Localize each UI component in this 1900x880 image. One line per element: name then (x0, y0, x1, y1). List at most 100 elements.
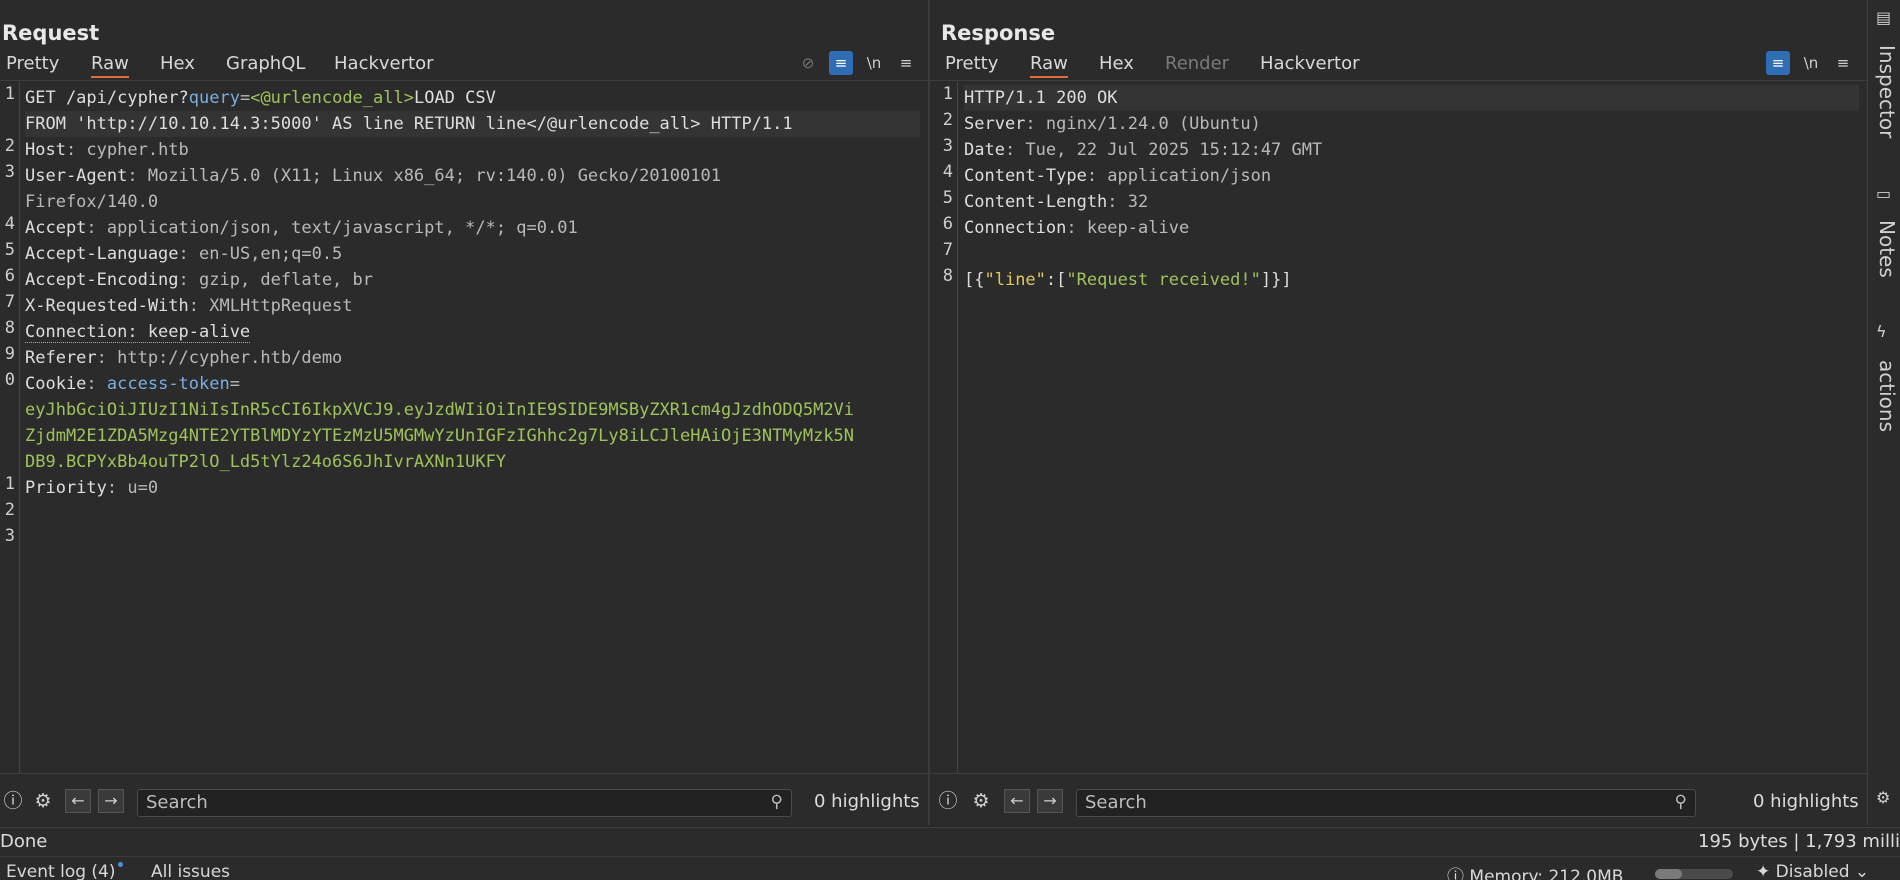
code-token: Content-Length (964, 192, 1108, 212)
request-editor[interactable]: GET /api/cypher?query=<@urlencode_all>LO… (25, 85, 920, 553)
wrap-icon[interactable]: ≡ (1766, 51, 1790, 75)
response-tab-hex[interactable]: Hex (1099, 53, 1134, 74)
line-number: 3 (4, 162, 15, 182)
request-tab-divider (0, 80, 928, 81)
code-line: Content-Length: 32 (964, 189, 1859, 215)
response-title: Response (941, 21, 1056, 45)
code-token: FROM 'http://10.10.14.3:5000' AS line RE… (25, 114, 793, 134)
line-number: 5 (4, 240, 15, 260)
code-token: : http://cypher.htb/demo (96, 348, 343, 368)
code-token: [{ (964, 270, 985, 290)
menu-icon[interactable]: ≡ (894, 51, 918, 75)
code-line: Referer: http://cypher.htb/demo (25, 345, 920, 371)
eye-off-icon[interactable]: ⊘ (796, 51, 820, 75)
code-token: :[ (1045, 270, 1067, 290)
code-line: eyJhbGciOiJIUzI1NiIsInR5cCI6IkpXVCJ9.eyJ… (25, 397, 920, 423)
line-number: 3 (942, 136, 953, 156)
response-tab-divider (930, 80, 1867, 81)
code-line: GET /api/cypher?query=<@urlencode_all>LO… (25, 85, 920, 111)
event-log-link[interactable]: Event log (4) (6, 862, 123, 880)
code-line: Accept: application/json, text/javascrip… (25, 215, 920, 241)
code-token: : u=0 (106, 478, 159, 498)
response-search-field[interactable]: ⚲ (1076, 789, 1696, 817)
request-tabs: Pretty Raw Hex GraphQL Hackvertor (0, 50, 928, 80)
line-number: 6 (942, 214, 953, 234)
code-token: : application/json (1086, 166, 1272, 186)
newline-toggle-icon[interactable]: \n (1799, 51, 1823, 75)
code-token: DB9.BCPYxBb4ouTP2lO_Ld5tYlz24o6S6JhIvrAX… (25, 452, 507, 472)
code-token: Content-Type (964, 166, 1087, 186)
response-tab-pretty[interactable]: Pretty (945, 53, 998, 74)
rail-notes-label: Notes (1875, 220, 1899, 278)
request-tab-pretty[interactable]: Pretty (6, 53, 59, 74)
code-line: Priority: u=0 (25, 475, 920, 501)
gear-icon: ⚙ (1876, 788, 1891, 807)
code-token: : gzip, deflate, br (178, 270, 373, 290)
next-match-button[interactable]: → (98, 789, 124, 813)
code-token: : (86, 374, 107, 394)
chevron-down-icon: ⌄ (1854, 862, 1870, 880)
request-search-input[interactable] (138, 790, 726, 815)
request-tab-hackvertor[interactable]: Hackvertor (334, 53, 433, 74)
next-match-button[interactable]: → (1037, 789, 1063, 813)
memory-bar-fill (1655, 869, 1683, 879)
code-line: Content-Type: application/json (964, 163, 1859, 189)
info-icon: ⓘ (1447, 867, 1470, 880)
code-token: : Tue, 22 Jul 2025 15:12:47 GMT (1004, 140, 1323, 160)
response-search-input[interactable] (1077, 790, 1634, 815)
code-token: Referer (25, 348, 97, 368)
response-tab-raw[interactable]: Raw (1030, 53, 1068, 78)
code-line: Date: Tue, 22 Jul 2025 15:12:47 GMT (964, 137, 1859, 163)
response-line-gutter: 1 2 3 4 5 6 7 8 (930, 82, 958, 773)
code-line: Connection: keep-alive (25, 319, 920, 345)
line-number: 6 (4, 266, 15, 286)
code-token: "line" (984, 270, 1046, 290)
rail-inspector-label: Inspector (1875, 45, 1899, 139)
code-token: LOAD CSV (413, 88, 496, 108)
unread-dot-icon (117, 862, 123, 867)
ai-status-label: Disabled (1775, 862, 1850, 880)
help-icon[interactable]: ⓘ (0, 788, 26, 814)
ai-status[interactable]: ✦ Disabled ⌄ (1756, 862, 1869, 880)
request-search-field[interactable]: ⚲ (137, 789, 792, 817)
request-tab-graphql[interactable]: GraphQL (226, 53, 305, 74)
prev-match-button[interactable]: ← (65, 789, 91, 813)
request-line-gutter: 1 2 3 4 5 6 7 8 9 0 1 2 3 (0, 82, 20, 773)
line-number: 7 (942, 240, 953, 260)
code-token: ZjdmM2E1ZDA5Mzg4NTE2YTBlMDYzYTEzMzU5MGMw… (25, 426, 855, 446)
newline-toggle-icon[interactable]: \n (862, 51, 886, 75)
response-tab-render[interactable]: Render (1165, 53, 1229, 74)
app-footer: Event log (4) All issues ⓘ Memory: 212.0… (0, 856, 1900, 880)
request-tab-hex[interactable]: Hex (160, 53, 195, 74)
code-line: DB9.BCPYxBb4ouTP2lO_Ld5tYlz24o6S6JhIvrAX… (25, 449, 920, 475)
help-icon[interactable]: ⓘ (935, 788, 961, 814)
code-token: Firefox/140.0 (25, 192, 159, 212)
code-token: : 32 (1107, 192, 1149, 212)
code-line: X-Requested-With: XMLHttpRequest (25, 293, 920, 319)
request-tab-raw[interactable]: Raw (91, 53, 129, 78)
code-token: : en-US,en;q=0.5 (178, 244, 343, 264)
lightning-icon: ϟ (1876, 322, 1887, 341)
status-bar: Done 195 bytes | 1,793 millis (0, 827, 1900, 855)
code-token: Cookie (25, 374, 87, 394)
code-line: FROM 'http://10.10.14.3:5000' AS line RE… (25, 111, 920, 137)
line-number: 7 (4, 292, 15, 312)
wrap-icon[interactable]: ≡ (829, 51, 853, 75)
code-token: HTTP/1.1 200 OK (964, 88, 1118, 108)
response-tab-hackvertor[interactable]: Hackvertor (1260, 53, 1359, 74)
memory-bar (1655, 869, 1733, 879)
gear-icon[interactable]: ⚙ (968, 788, 994, 814)
response-editor[interactable]: HTTP/1.1 200 OK Server: nginx/1.24.0 (Ubu… (964, 85, 1859, 293)
response-size-timing: 195 bytes | 1,793 millis (1698, 831, 1900, 852)
memory-indicator: ⓘ Memory: 212.0MB (1447, 862, 1623, 880)
line-number: 4 (4, 214, 15, 234)
line-number: 3 (4, 526, 15, 546)
menu-icon[interactable]: ≡ (1831, 51, 1855, 75)
all-issues-link[interactable]: All issues (151, 862, 230, 880)
gear-icon[interactable]: ⚙ (30, 788, 56, 814)
prev-match-button[interactable]: ← (1004, 789, 1030, 813)
code-token: GET /api/cypher? (25, 88, 189, 108)
code-token: = (239, 88, 251, 108)
